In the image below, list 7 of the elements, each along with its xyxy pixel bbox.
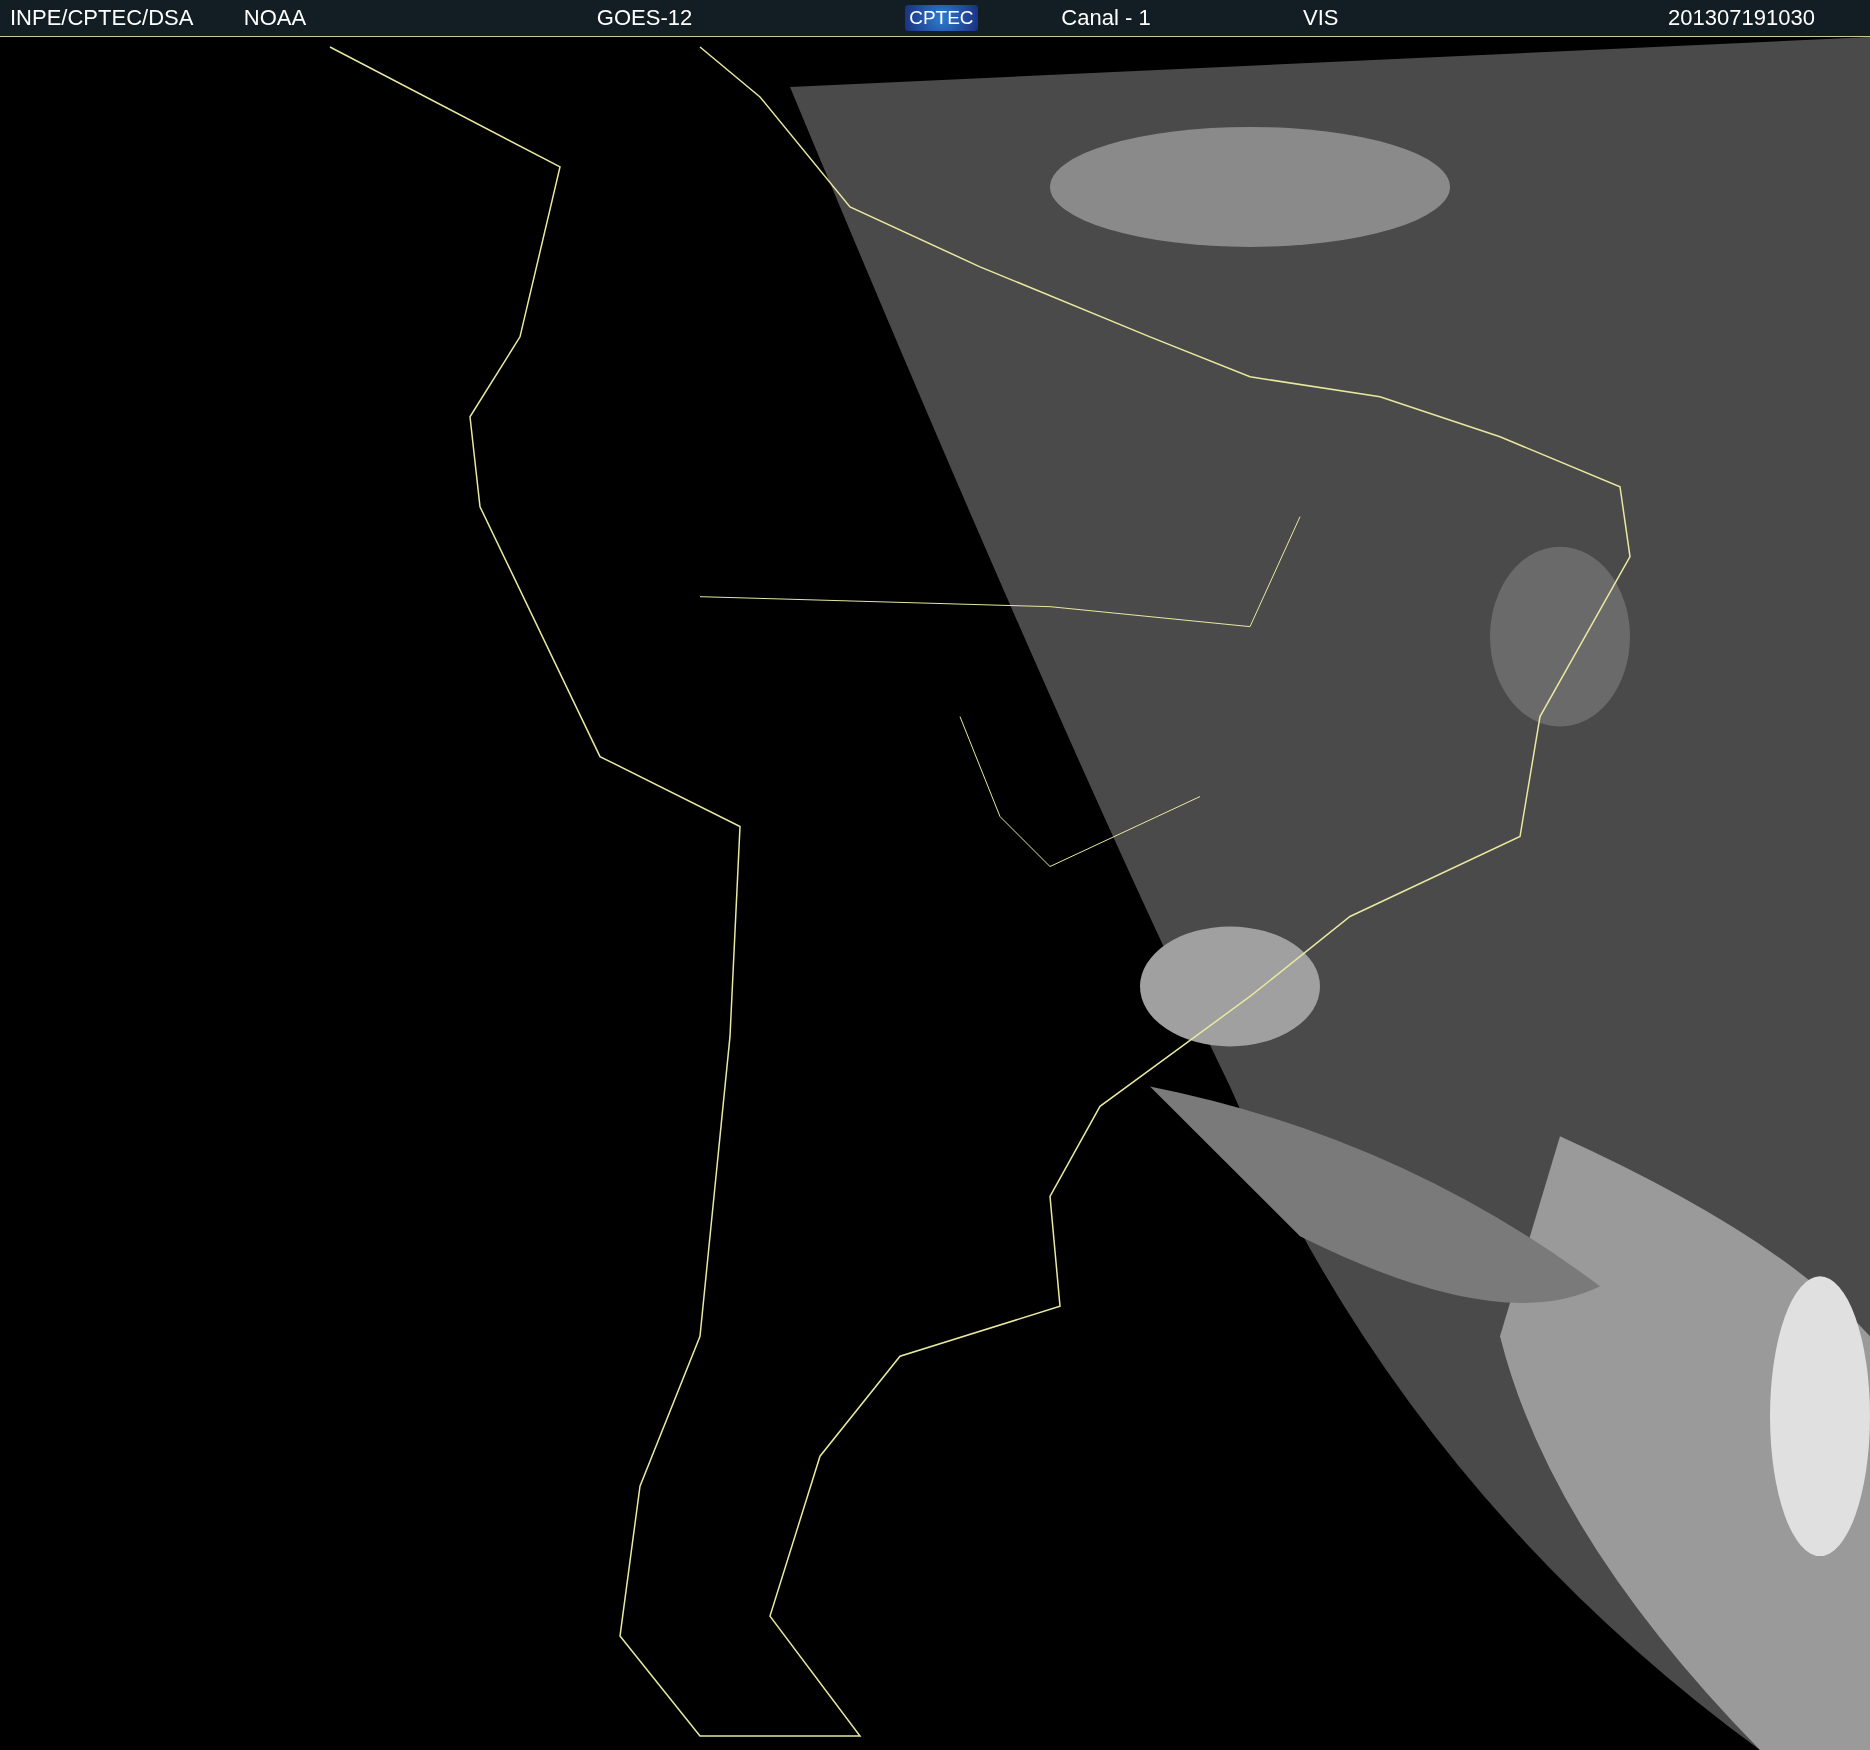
header-label: INPE/CPTEC/DSA: [10, 5, 194, 31]
logo: CPTEC: [905, 5, 978, 31]
header-label: 201307191030: [1668, 5, 1815, 31]
header-label: GOES-12: [596, 5, 693, 31]
header-label: NOAA: [243, 5, 307, 31]
header-label: VIS: [1303, 5, 1339, 31]
header-label: Canal - 1: [1061, 5, 1151, 31]
